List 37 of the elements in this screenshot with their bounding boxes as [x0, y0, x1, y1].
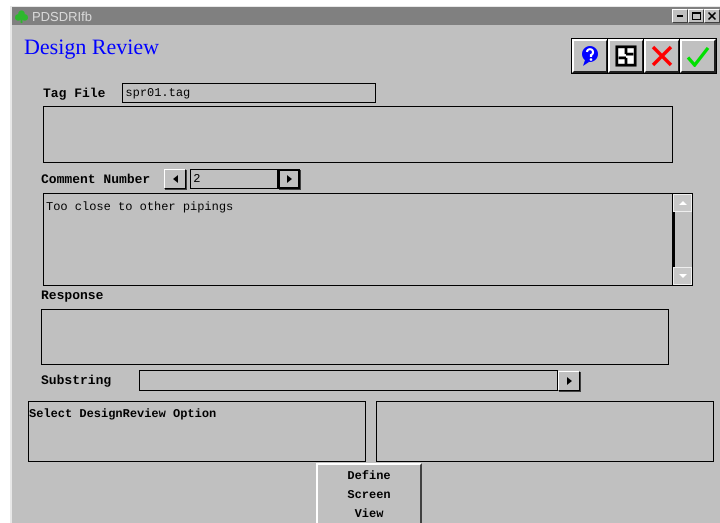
- scrollbar[interactable]: [673, 193, 693, 286]
- maximize-button[interactable]: [688, 9, 704, 23]
- help-button[interactable]: [572, 39, 608, 73]
- minimize-button[interactable]: [672, 9, 688, 23]
- up-arrow-icon: [678, 201, 686, 205]
- close-button[interactable]: [704, 9, 720, 23]
- form-title: Design Review: [24, 34, 160, 60]
- response-label: Response: [41, 288, 104, 303]
- message-text: Select DesignReview Option: [29, 407, 216, 421]
- next-button[interactable]: [278, 169, 300, 189]
- window-title: PDSDRIfb: [32, 8, 93, 24]
- cross-icon: [650, 44, 674, 68]
- substring-arrow-button[interactable]: [558, 370, 580, 390]
- comment-text-area[interactable]: Too close to other pipings: [43, 193, 673, 286]
- comment-number-label: Comment Number: [41, 172, 150, 186]
- down-arrow-icon: [678, 274, 686, 278]
- layout-button[interactable]: [608, 39, 644, 73]
- tag-file-label: Tag File: [43, 86, 106, 100]
- previous-button[interactable]: [164, 169, 186, 189]
- accept-button[interactable]: [680, 39, 716, 73]
- checkmark-icon: [686, 46, 710, 66]
- substring-field[interactable]: [139, 370, 558, 391]
- maximize-icon: [692, 12, 700, 20]
- right-arrow-icon: [286, 175, 292, 183]
- cancel-button[interactable]: [644, 39, 680, 73]
- tag-file-field[interactable]: spr01.tag: [122, 83, 376, 103]
- right-arrow-icon: [566, 376, 572, 384]
- close-icon: [708, 12, 716, 20]
- clover-icon: [14, 8, 29, 24]
- grid-icon: [615, 45, 637, 67]
- left-arrow-icon: [172, 175, 178, 183]
- substring-label: Substring: [41, 373, 112, 388]
- response-field[interactable]: [41, 309, 669, 365]
- comment-number-field[interactable]: 2: [190, 169, 278, 189]
- minimize-icon: [677, 15, 683, 17]
- comment-text: Too close to other pipings: [46, 200, 234, 214]
- define-screen-view-button[interactable]: Define Screen View: [316, 463, 422, 523]
